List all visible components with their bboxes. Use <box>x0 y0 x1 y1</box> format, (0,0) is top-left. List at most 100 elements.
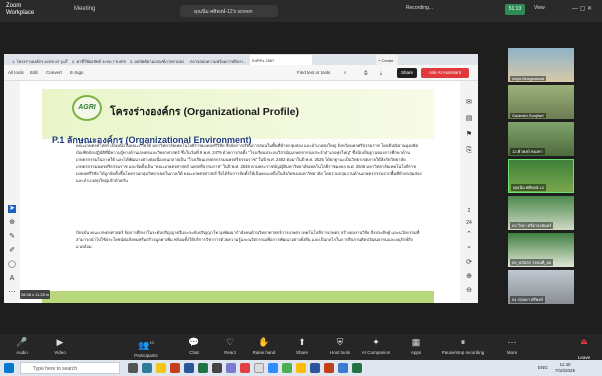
view-menu[interactable]: View <box>534 5 545 11</box>
leave-button[interactable]: ⏏ Leave <box>572 337 596 360</box>
footer-band <box>42 291 434 303</box>
taskbar-search-input[interactable]: Type here to search <box>20 362 120 374</box>
chrome-icon[interactable] <box>296 363 306 373</box>
participant-name: Gadealvi Sunjitart <box>510 113 546 118</box>
menu-esign[interactable]: E-Sign <box>70 70 84 75</box>
app-icon[interactable] <box>240 363 250 373</box>
app-icon[interactable] <box>254 363 264 373</box>
more-tools-icon[interactable]: ⋯ <box>8 289 16 297</box>
participant-tile-active[interactable]: คุณนิ่ม ศศิพงษ์-12 <box>508 159 574 193</box>
participant-tile[interactable]: 03 วีรยา ศรีตาธงจันทร์ <box>508 196 574 230</box>
right-tool-rail: ✉ ▤ ⚑ ⎘ 2 24 ⌃ ⌄ ⟳ ⊕ ⊖ <box>460 81 478 303</box>
highlight-icon[interactable]: ✐ <box>8 247 16 255</box>
apps-button[interactable]: ▦ Apps <box>398 337 434 355</box>
attach-icon[interactable]: ⎘ <box>465 147 473 155</box>
word-icon[interactable] <box>310 363 320 373</box>
edge-icon[interactable] <box>142 363 152 373</box>
zoom-out-icon[interactable]: ⊖ <box>465 287 473 295</box>
app-icon[interactable] <box>226 363 236 373</box>
create-tab-button[interactable]: + Create <box>376 55 398 65</box>
zoom-icon[interactable]: ⊕ <box>8 219 16 227</box>
recording-indicator[interactable]: Recording... <box>406 5 433 11</box>
thumbnails-icon[interactable]: ▤ <box>465 115 473 123</box>
powerpoint-icon[interactable] <box>170 363 180 373</box>
more-button[interactable]: ⋯ More <box>494 337 530 355</box>
folder-icon[interactable] <box>156 363 166 373</box>
pen-icon[interactable]: ✎ <box>8 233 16 241</box>
bookmark-icon[interactable]: ⚑ <box>465 131 473 139</box>
heart-icon: ♡ <box>225 337 235 347</box>
print-icon[interactable]: ⎙ <box>364 70 368 75</box>
ai-companion-button[interactable]: ✦ AI Companion <box>358 337 394 355</box>
control-label: Chat <box>189 350 199 355</box>
participant-tile[interactable]: Ariya Mungkalarat <box>508 48 574 82</box>
share-screen-button[interactable]: ⬆ Share <box>284 337 320 355</box>
meeting-menu[interactable]: Meeting <box>74 6 95 12</box>
pdf-document-page: AGRI โครงร่างองค์กร (Organizational Prof… <box>42 81 446 303</box>
participant-tile[interactable]: 09_ปภัสสร วรคนที_MI <box>508 233 574 267</box>
participant-name: Ariya Mungkalarat <box>510 76 547 81</box>
chat-button[interactable]: 💬 Chat <box>176 337 212 355</box>
participant-tile[interactable]: 12-ศิวพงษ์ ทองทา <box>508 122 574 156</box>
participants-button[interactable]: 👥10 Participants <box>128 337 164 358</box>
participant-tile[interactable]: 04 กฤษดา ศรีพงษ์ <box>508 270 574 304</box>
apps-icon: ▦ <box>411 337 421 347</box>
app-icon[interactable] <box>212 363 222 373</box>
screen-share-indicator[interactable]: คุณนิ่ม ศศิพงษ์-12's screen <box>180 5 278 17</box>
pdf-toolbar: All tools Edit Convert E-Sign Find text … <box>4 65 478 81</box>
browser-tab[interactable]: 2. ค่าที่ใช้ผลลัพธ์ ระบบ 7 EdPEx 2... <box>70 55 126 65</box>
timer-badge: 51:13 <box>505 4 525 15</box>
control-label: Audio <box>16 350 28 355</box>
menu-convert[interactable]: Convert <box>46 70 62 75</box>
clock-date: 7/10/2025 <box>555 368 576 373</box>
zoom-in-icon[interactable]: ⊕ <box>465 273 473 281</box>
video-button[interactable]: ▶ Video <box>42 337 78 355</box>
language-indicator[interactable]: ENG <box>538 365 548 370</box>
task-view-icon[interactable] <box>128 363 138 373</box>
windows-start-icon[interactable] <box>4 363 14 373</box>
browser-tab[interactable]: 3. ผลลัพธ์ตามเกณฑ์ภาพรวมของ... <box>128 55 184 65</box>
chevron-down-icon[interactable]: ⌄ <box>465 243 473 251</box>
windows-taskbar: Type here to search ENG 11:40 7/10/2025 <box>0 360 602 376</box>
menu-edit[interactable]: Edit <box>30 70 38 75</box>
excel-icon[interactable] <box>352 363 362 373</box>
share-icon: ⬆ <box>298 337 306 347</box>
system-clock[interactable]: 11:40 7/10/2025 <box>555 362 575 374</box>
search-icon[interactable]: ⌕ <box>344 70 347 75</box>
logo-text: AGRI <box>78 104 96 111</box>
participant-name: 04 กฤษดา ศรีพงษ์ <box>510 296 545 303</box>
find-text-input[interactable]: Find text or tools <box>297 70 330 75</box>
save-icon[interactable]: ⤓ <box>380 70 382 75</box>
comment-icon[interactable]: ✉ <box>465 99 473 107</box>
excel-icon[interactable] <box>198 363 208 373</box>
ask-ai-button[interactable]: Ask AI Assistant <box>421 68 469 78</box>
browser-tab[interactable]: ตรวจสอบความพร้อมการศึกษา... <box>188 55 246 65</box>
page-total: 24 <box>466 220 472 226</box>
cursor-icon[interactable]: ➤ <box>8 205 16 213</box>
zoom-taskbar-icon[interactable] <box>268 363 278 373</box>
text-icon[interactable]: A <box>8 275 16 283</box>
paragraph-2: ปัจจุบัน คณะเกษตรศาสตร์ จัดการศึกษาในระด… <box>76 230 420 249</box>
shape-icon[interactable]: ◯ <box>8 261 16 269</box>
control-label: Video <box>54 350 66 355</box>
browser-tab[interactable]: 1. โครงร่างองค์กร AGRI 67 (แก้ไข)... <box>10 55 68 65</box>
chevron-up-icon[interactable]: ⌃ <box>465 231 473 239</box>
pause-recording-button[interactable]: ⏸ Pause/stop recording <box>434 337 492 355</box>
pdf-icon[interactable] <box>324 363 334 373</box>
react-button[interactable]: ♡ React <box>212 337 248 355</box>
browser-tab-active[interactable]: EdPEx 2567 <box>250 55 312 65</box>
control-label: React <box>224 350 236 355</box>
page-number[interactable]: 2 <box>465 207 473 215</box>
menu-all-tools[interactable]: All tools <box>8 70 24 75</box>
line-icon[interactable] <box>282 363 292 373</box>
audio-button[interactable]: 🎤 Audio <box>4 337 40 355</box>
app-icon[interactable] <box>338 363 348 373</box>
word-icon[interactable] <box>184 363 194 373</box>
host-tools-button[interactable]: ⛨ Host tools <box>322 337 358 355</box>
refresh-icon[interactable]: ⟳ <box>465 259 473 267</box>
participant-tile[interactable]: Gadealvi Sunjitart <box>508 85 574 119</box>
chat-icon: 💬 <box>188 337 200 347</box>
window-controls[interactable]: — ▢ ✕ <box>572 5 592 12</box>
raise-hand-button[interactable]: ✋ Raise hand <box>246 337 282 355</box>
share-button[interactable]: Share <box>397 68 417 78</box>
